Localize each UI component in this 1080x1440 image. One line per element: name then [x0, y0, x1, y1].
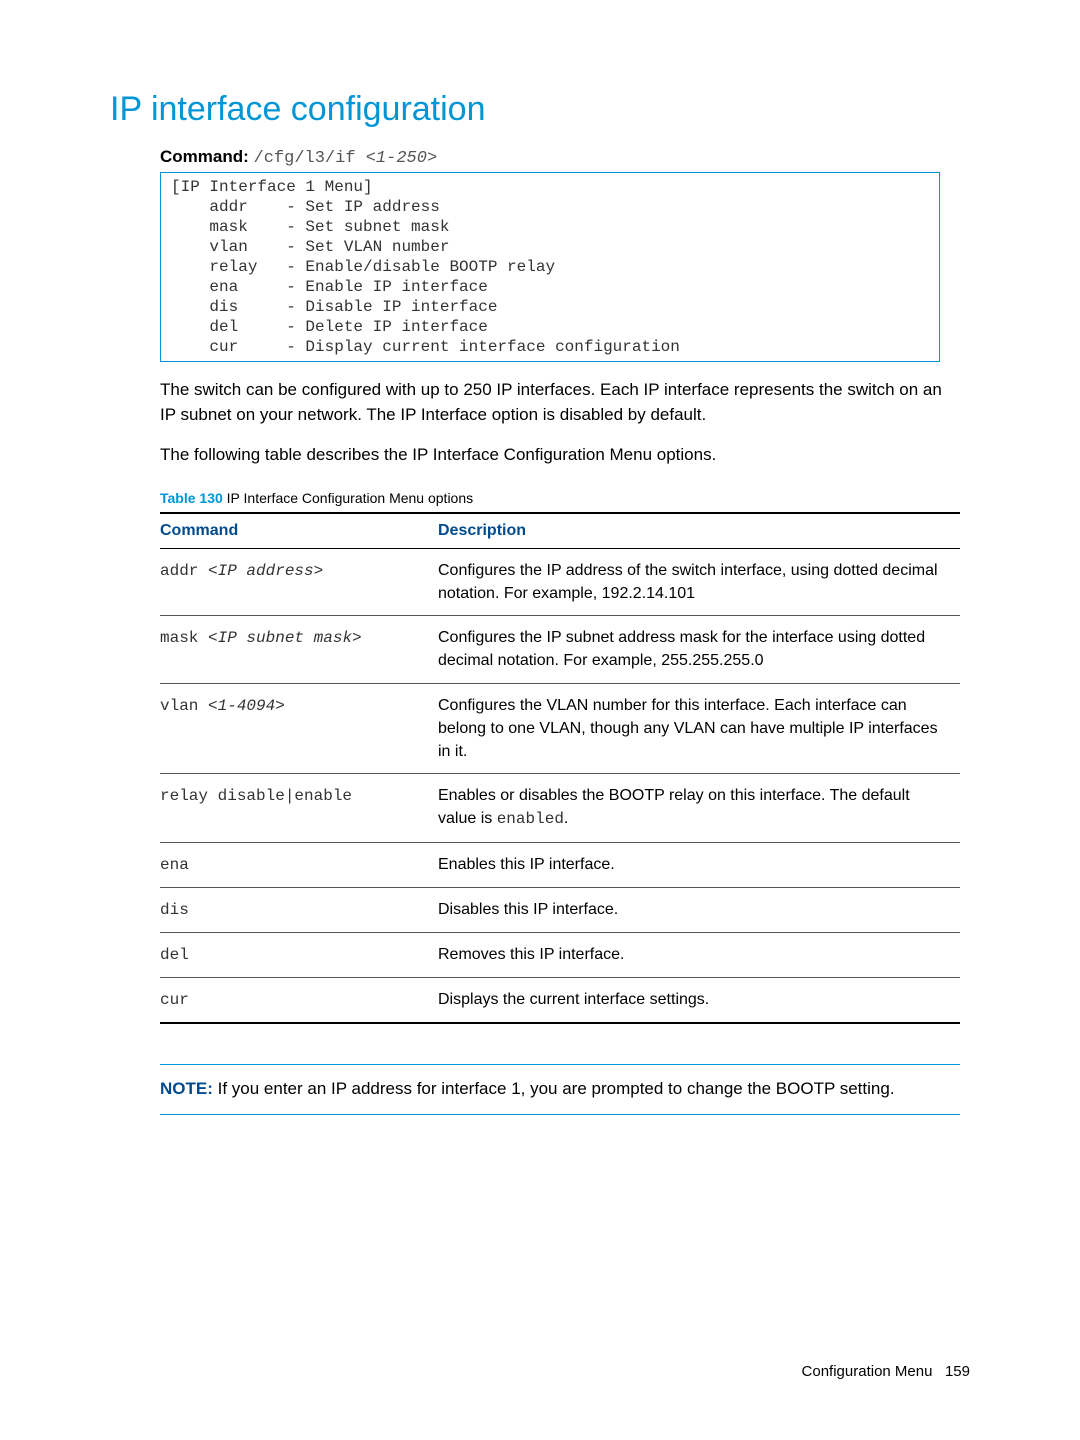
footer-section: Configuration Menu — [802, 1363, 933, 1380]
desc-cell: Removes this IP interface. — [438, 932, 960, 977]
cmd-text: ena — [160, 856, 189, 874]
options-table: Command Description addr <IP address> Co… — [160, 512, 960, 1024]
note-text: If you enter an IP address for interface… — [213, 1079, 895, 1098]
desc-post: . — [564, 810, 568, 827]
command-label: Command: — [160, 147, 249, 166]
table-row: dis Disables this IP interface. — [160, 887, 960, 932]
cmd-cell: del — [160, 932, 438, 977]
desc-mono: enabled — [497, 810, 564, 828]
cmd-text: cur — [160, 991, 189, 1009]
cmd-text: relay disable|enable — [160, 787, 352, 805]
cmd-cell: dis — [160, 887, 438, 932]
note-label: NOTE: — [160, 1079, 213, 1098]
desc-cell: Displays the current interface settings. — [438, 978, 960, 1024]
command-line: Command: /cfg/l3/if <1-250> — [160, 147, 970, 168]
desc-cell: Configures the IP address of the switch … — [438, 548, 960, 615]
cmd-cell: cur — [160, 978, 438, 1024]
paragraph-1: The switch can be configured with up to … — [160, 378, 960, 427]
table-header-row: Command Description — [160, 513, 960, 549]
desc-cell: Disables this IP interface. — [438, 887, 960, 932]
cmd-text: addr — [160, 562, 208, 580]
table-row: vlan <1-4094> Configures the VLAN number… — [160, 683, 960, 774]
desc-cell: Enables this IP interface. — [438, 842, 960, 887]
cmd-cell: relay disable|enable — [160, 774, 438, 842]
cmd-text: del — [160, 946, 189, 964]
table-number: Table 130 — [160, 490, 223, 506]
cmd-arg: <1-4094> — [208, 697, 285, 715]
cmd-text: vlan — [160, 697, 208, 715]
table-caption-text: IP Interface Configuration Menu options — [223, 490, 473, 506]
th-description: Description — [438, 513, 960, 549]
th-command: Command — [160, 513, 438, 549]
cmd-text: dis — [160, 901, 189, 919]
cmd-arg: <IP address> — [208, 562, 323, 580]
command-arg: <1-250> — [366, 149, 437, 168]
code-box: [IP Interface 1 Menu] addr - Set IP addr… — [160, 172, 940, 362]
page: IP interface configuration Command: /cfg… — [0, 0, 1080, 1440]
table-row: ena Enables this IP interface. — [160, 842, 960, 887]
page-title: IP interface configuration — [110, 90, 970, 129]
desc-cell: Enables or disables the BOOTP relay on t… — [438, 774, 960, 842]
desc-cell: Configures the VLAN number for this inte… — [438, 683, 960, 774]
table-row: cur Displays the current interface setti… — [160, 978, 960, 1024]
page-footer: Configuration Menu 159 — [802, 1363, 970, 1380]
note-box: NOTE: If you enter an IP address for int… — [160, 1064, 960, 1115]
table-caption: Table 130 IP Interface Configuration Men… — [160, 490, 970, 506]
cmd-cell: addr <IP address> — [160, 548, 438, 615]
cmd-cell: vlan <1-4094> — [160, 683, 438, 774]
footer-page: 159 — [945, 1363, 970, 1380]
cmd-arg: <IP subnet mask> — [208, 629, 362, 647]
cmd-text: mask — [160, 629, 208, 647]
table-row: mask <IP subnet mask> Configures the IP … — [160, 616, 960, 683]
table-row: relay disable|enable Enables or disables… — [160, 774, 960, 842]
cmd-cell: ena — [160, 842, 438, 887]
table-row: addr <IP address> Configures the IP addr… — [160, 548, 960, 615]
command-path: /cfg/l3/if — [254, 149, 366, 168]
cmd-cell: mask <IP subnet mask> — [160, 616, 438, 683]
paragraph-2: The following table describes the IP Int… — [160, 443, 960, 468]
table-row: del Removes this IP interface. — [160, 932, 960, 977]
desc-cell: Configures the IP subnet address mask fo… — [438, 616, 960, 683]
